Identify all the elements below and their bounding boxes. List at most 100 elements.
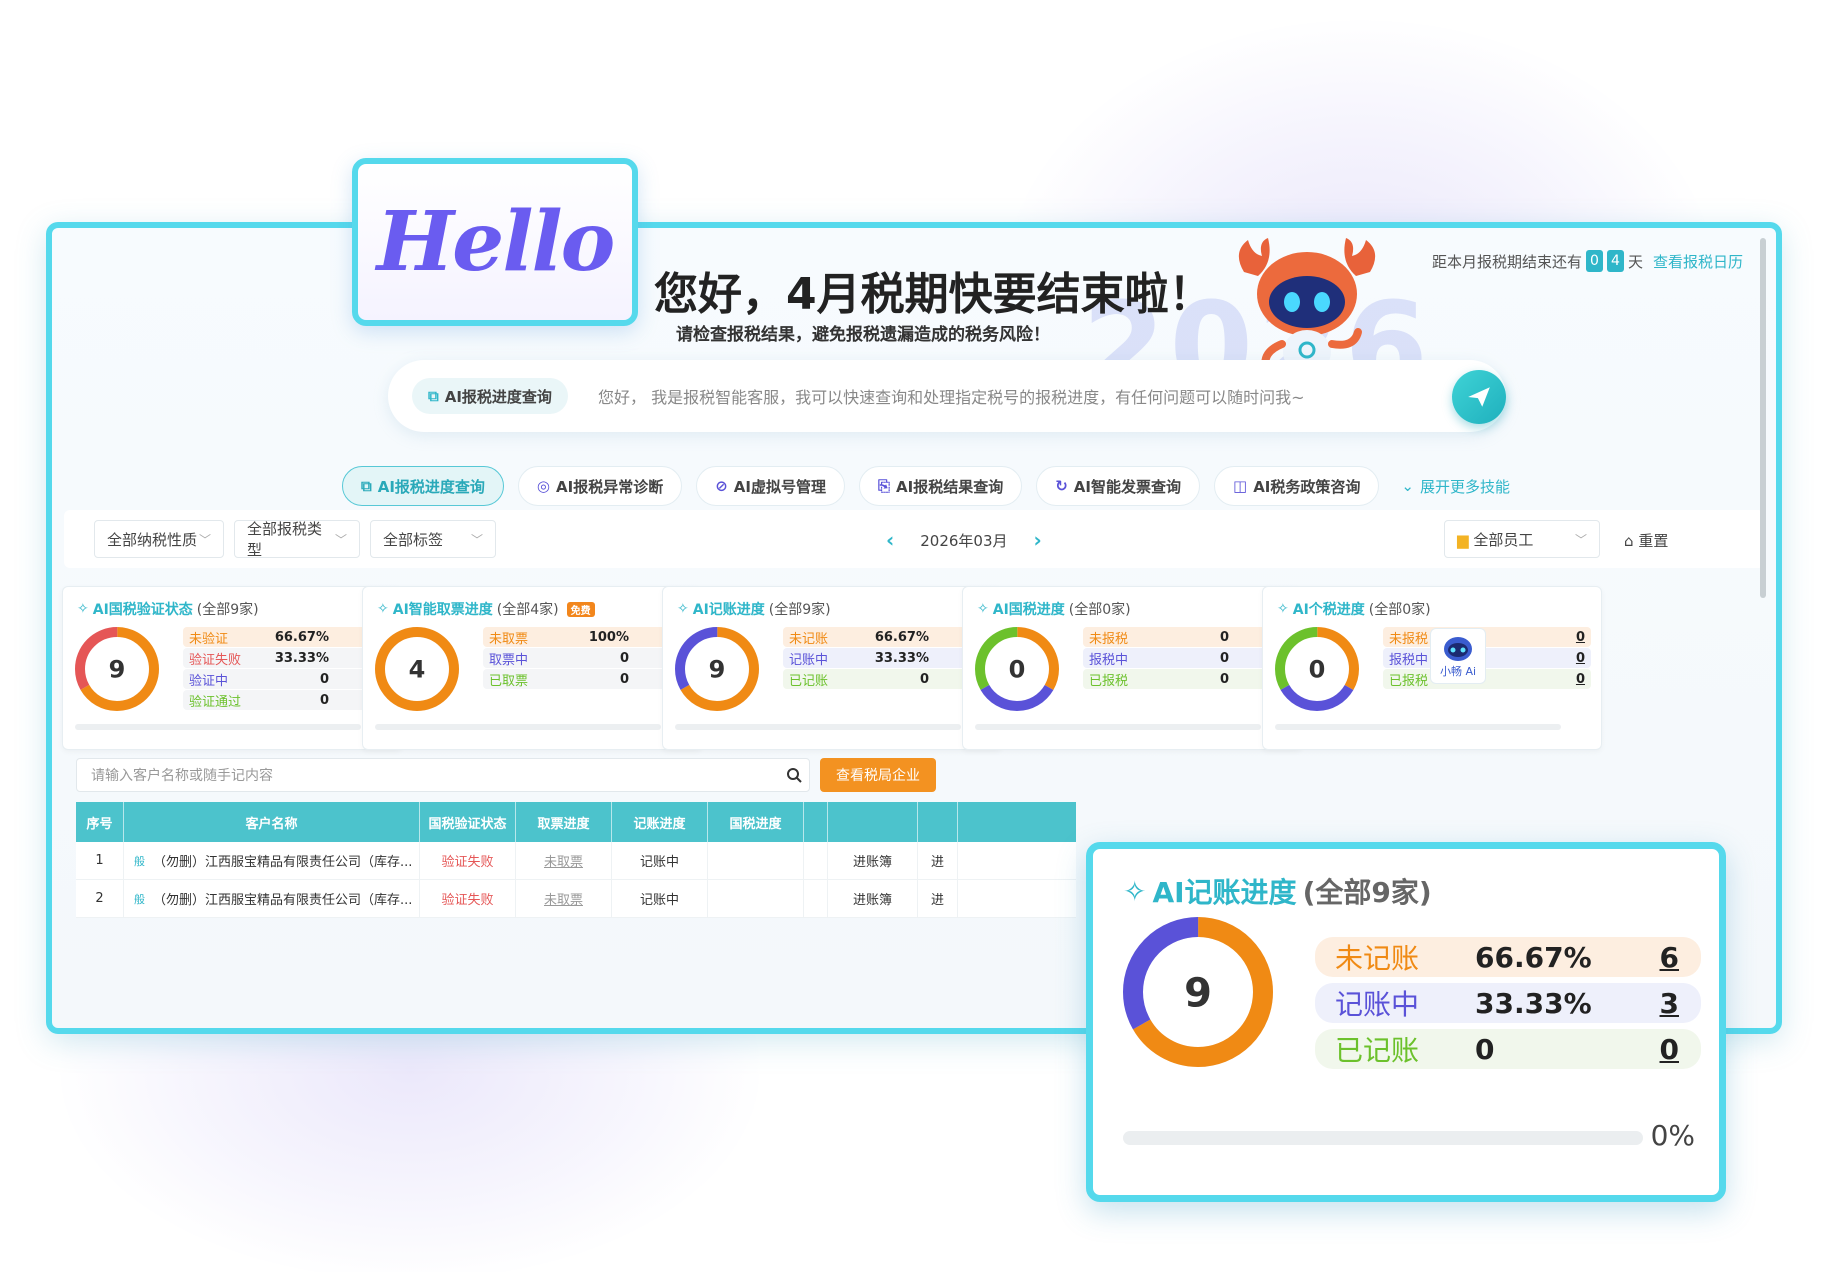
column-header[interactable]: 客户名称 (124, 802, 420, 842)
book-action[interactable]: 进账簿 (828, 880, 918, 917)
select-value: 全部标签 (383, 530, 444, 549)
progress-bar (75, 724, 361, 730)
deadline-digit: 4 (1607, 250, 1625, 272)
status-label: 记账中 (1335, 988, 1420, 1021)
next-month-icon[interactable]: › (1034, 528, 1042, 552)
card-title: ✧ AI国税验证状态 (全部9家) (77, 599, 259, 619)
status-row[interactable]: 未报税00 (1083, 627, 1291, 647)
table-row[interactable]: 1 般 （勿删）江西服宝精品有限责任公司（库存... 验证失败 未取票 记账中 进账簿进 (76, 842, 1076, 880)
status-label: 已记账 (789, 673, 829, 689)
status-row[interactable]: 已报税00 (1083, 669, 1291, 689)
status-count-link[interactable]: 0 (1576, 672, 1585, 687)
stat-card[interactable]: ✧AI国税验证状态 (全部9家)9未验证66.67%6验证失败33.33%3验证… (62, 586, 402, 750)
cell: 进 (918, 880, 958, 917)
table-row[interactable]: 2 般 （勿删）江西服宝精品有限责任公司（库存... 验证失败 未取票 记账中 进账簿进 (76, 880, 1076, 918)
status-count-link[interactable]: 0 (1576, 651, 1585, 666)
ai-assistant-badge[interactable]: 小畅 Ai (1430, 628, 1486, 684)
tab-progress-query[interactable]: ⧉ AI报税进度查询 (342, 466, 504, 506)
card-title-label: AI记账进度 (692, 602, 765, 618)
tab-anomaly-diagnosis[interactable]: ◎ AI报税异常诊断 (517, 466, 683, 506)
stat-card[interactable]: ✧AI记账进度 (全部9家)9未记账66.67%6记账中33.33%3已记账00… (662, 586, 1002, 750)
reset-label: 重置 (1638, 532, 1669, 550)
chat-icon: ⧉ (428, 387, 439, 405)
status-row[interactable]: 验证失败33.33%3 (183, 648, 391, 668)
ai-chat-bar[interactable]: ⧉ AI报税进度查询 您好， 我是报税智能客服，我可以快速查询和处理指定税号的报… (388, 360, 1506, 432)
search-icon (787, 768, 802, 783)
status-row[interactable]: 验证通过00 (183, 690, 391, 710)
tab-virtual-number[interactable]: ⊘ AI虚拟号管理 (696, 466, 845, 506)
status-row[interactable]: 未记账66.67%6 (783, 627, 991, 647)
status-row[interactable]: 已记账00 (1315, 1029, 1701, 1069)
progress-bar (975, 724, 1261, 730)
status-rows: 未报税00报税中00已报税00 (1083, 627, 1291, 690)
status-count-link[interactable]: 0 (1660, 1033, 1679, 1066)
donut-total: 4 (409, 656, 426, 684)
card-count: (全部0家) (1068, 602, 1131, 618)
status-row[interactable]: 报税中 0 (1383, 648, 1591, 668)
book-action[interactable]: 进账簿 (828, 842, 918, 879)
customer-name[interactable]: 般 （勿删）江西服宝精品有限责任公司（库存... (124, 880, 420, 917)
status-row[interactable]: 未验证66.67%6 (183, 627, 391, 647)
tab-policy-consult[interactable]: ◫ AI税务政策咨询 (1214, 466, 1380, 506)
status-row[interactable]: 未报税 0 (1383, 627, 1591, 647)
status-row[interactable]: 已记账00 (783, 669, 991, 689)
status-row[interactable]: 未记账66.67%6 (1315, 937, 1701, 977)
tab-invoice-query[interactable]: ↻ AI智能发票查询 (1036, 466, 1200, 506)
tax-type-select[interactable]: 全部报税类型 ﹀ (234, 520, 360, 559)
ai-chat-input[interactable]: 您好， 我是报税智能客服，我可以快速查询和处理指定税号的报税进度，有任何问题可以… (598, 384, 1305, 408)
view-tax-bureau-button[interactable]: 查看税局企业 (820, 758, 936, 792)
customer-search-input[interactable]: 请输入客户名称或随手记内容 (76, 758, 810, 792)
tax-calendar-link[interactable]: 查看报税日历 (1653, 251, 1743, 272)
stat-card[interactable]: ✧AI智能取票进度 (全部4家)免费4未取票100%4取票中00已取票000% (362, 586, 702, 750)
vertical-scrollbar[interactable] (1760, 238, 1766, 598)
status-row[interactable]: 取票中00 (483, 648, 691, 668)
status-row[interactable]: 未取票100%4 (483, 627, 691, 647)
tab-result-query[interactable]: ⎘ AI报税结果查询 (859, 466, 1023, 506)
status-row[interactable]: 记账中33.33%3 (1315, 983, 1701, 1023)
status-row[interactable]: 验证中00 (183, 669, 391, 689)
column-header[interactable]: 国税进度 (708, 802, 804, 842)
reset-button[interactable]: ⌂ 重置 (1624, 530, 1668, 551)
ticket-status-link[interactable]: 未取票 (516, 880, 612, 917)
progress-percent: 0% (1650, 1119, 1695, 1152)
status-count-link[interactable]: 3 (1660, 987, 1679, 1020)
column-header[interactable]: 序号 (76, 802, 124, 842)
ticket-status-link[interactable]: 未取票 (516, 842, 612, 879)
robot-head-icon (1444, 637, 1472, 661)
expand-skills-link[interactable]: ⌄ 展开更多技能 (1401, 476, 1510, 497)
status-row[interactable]: 报税中00 (1083, 648, 1291, 668)
card-title: ✧ AI记账进度 (全部9家) (677, 599, 831, 619)
column-header[interactable]: 国税验证状态 (420, 802, 516, 842)
chevron-down-icon: ﹀ (470, 532, 483, 547)
tag-select[interactable]: 全部标签 ﹀ (370, 520, 496, 558)
status-percent: 66.67% (874, 629, 929, 645)
tax-nature-select[interactable]: 全部纳税性质 ﹀ (94, 520, 224, 558)
prev-month-icon[interactable]: ‹ (886, 528, 894, 552)
search-button[interactable] (778, 758, 810, 792)
card-title: ✧ AI国税进度 (全部0家) (977, 599, 1131, 619)
status-label: 未验证 (189, 631, 229, 647)
card-title: ✧ AI智能取票进度 (全部4家) 免费 (377, 599, 595, 619)
ai-skill-tag[interactable]: ⧉ AI报税进度查询 (412, 378, 568, 414)
tab-icon: ↻ (1055, 477, 1068, 495)
send-button[interactable] (1452, 370, 1506, 424)
chevron-down-icon: ﹀ (334, 532, 347, 547)
column-header[interactable]: 取票进度 (516, 802, 612, 842)
staff-select[interactable]: ▆ 全部员工 ﹀ (1444, 520, 1600, 558)
status-count-link[interactable]: 6 (1660, 941, 1679, 974)
status-row[interactable]: 已取票00 (483, 669, 691, 689)
status-row[interactable]: 已报税 0 (1383, 669, 1591, 689)
tab-icon: ⧉ (361, 477, 372, 495)
tab-icon: ⊘ (715, 477, 728, 495)
column-header[interactable]: 记账进度 (612, 802, 708, 842)
stat-card[interactable]: ✧AI国税进度 (全部0家)0未报税00报税中00已报税000% (962, 586, 1302, 750)
filter-bar: 全部纳税性质 ﹀ 全部报税类型 ﹀ 全部标签 ﹀ ‹ 2026年03月 › ▆ 全部员… (64, 510, 1764, 568)
taxpayer-type-tag: 般 (134, 854, 145, 868)
status-row[interactable]: 记账中33.33%3 (783, 648, 991, 668)
column-header (828, 802, 918, 842)
tab-label: AI税务政策咨询 (1253, 477, 1361, 496)
month-navigator: ‹ 2026年03月 › (886, 528, 1042, 552)
customer-name[interactable]: 般 （勿删）江西服宝精品有限责任公司（库存... (124, 842, 420, 879)
sparkle-icon: ✧ (677, 601, 689, 617)
status-count-link[interactable]: 0 (1576, 630, 1585, 645)
